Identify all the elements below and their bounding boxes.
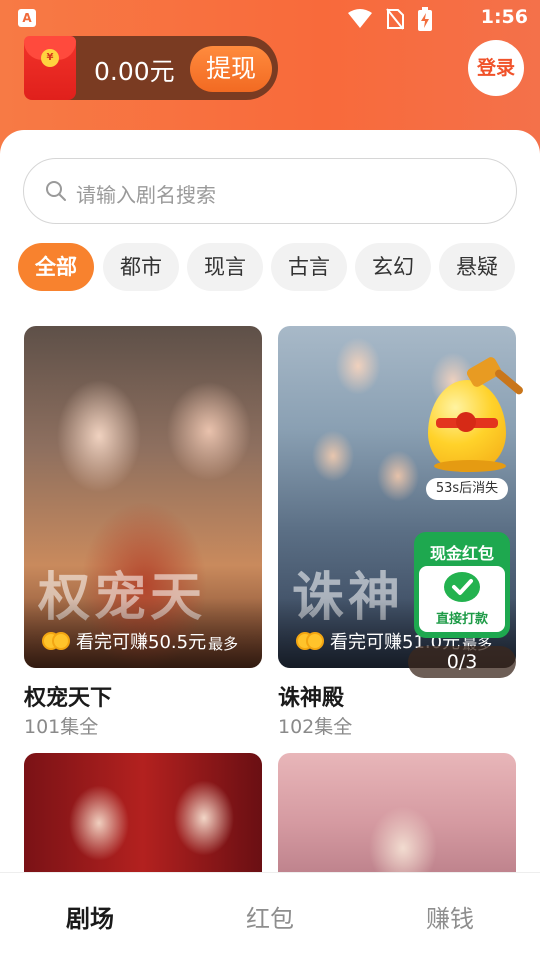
cash-card-title: 现金红包	[429, 544, 494, 563]
bottom-nav: 剧场 红包 赚钱	[0, 872, 540, 960]
tab-modern-romance[interactable]: 现言	[187, 243, 263, 291]
tab-all[interactable]: 全部	[18, 243, 94, 291]
wifi-icon	[348, 9, 372, 28]
earn-banner: 看完可赚50.5元 最多	[42, 628, 238, 654]
status-time: 1:56	[480, 6, 528, 28]
tab-urban[interactable]: 都市	[103, 243, 179, 291]
wallet-balance: 0.00元	[94, 57, 175, 86]
withdraw-button[interactable]: 提现	[190, 46, 272, 92]
nav-red-packet[interactable]: 红包	[210, 899, 330, 934]
search-placeholder: 请输入剧名搜索	[76, 183, 216, 207]
status-bar: A 1:56	[0, 0, 540, 36]
drama-title[interactable]: 权宠天下	[24, 680, 112, 712]
egg-countdown: 53s后消失	[426, 478, 508, 500]
nav-earn[interactable]: 赚钱	[390, 899, 510, 934]
wallet-pill[interactable]: ¥ 0.00元 提现	[24, 36, 278, 100]
battery-charging-icon	[418, 7, 432, 31]
wechat-pay-icon	[444, 572, 480, 602]
red-packet-icon: ¥	[24, 36, 76, 100]
coins-icon	[42, 630, 72, 652]
drama-episodes: 102集全	[278, 716, 353, 738]
cash-red-packet-card[interactable]: 现金红包 直接打款	[414, 532, 510, 638]
tab-ancient-romance[interactable]: 古言	[271, 243, 347, 291]
status-icons	[348, 7, 432, 31]
search-input[interactable]: 请输入剧名搜索	[23, 158, 517, 224]
drama-poster[interactable]: 权宠天 看完可赚50.5元 最多	[24, 326, 262, 668]
cash-card-subtitle: 直接打款	[435, 612, 488, 627]
coins-icon	[296, 630, 326, 652]
tab-mystery[interactable]: 悬疑	[439, 243, 515, 291]
tab-fantasy[interactable]: 玄幻	[355, 243, 431, 291]
no-sim-icon	[386, 8, 404, 30]
golden-egg-reward[interactable]: 53s后消失	[422, 355, 526, 500]
drama-title[interactable]: 诛神殿	[278, 680, 344, 712]
task-progress: 0/3	[408, 646, 516, 678]
login-button[interactable]: 登录	[468, 40, 524, 96]
drama-episodes: 101集全	[24, 716, 99, 738]
nav-theater[interactable]: 剧场	[30, 899, 150, 934]
category-tabs: 全部 都市 现言 古言 玄幻 悬疑	[18, 243, 540, 291]
notification-a-icon: A	[18, 9, 36, 27]
search-icon	[46, 181, 66, 201]
